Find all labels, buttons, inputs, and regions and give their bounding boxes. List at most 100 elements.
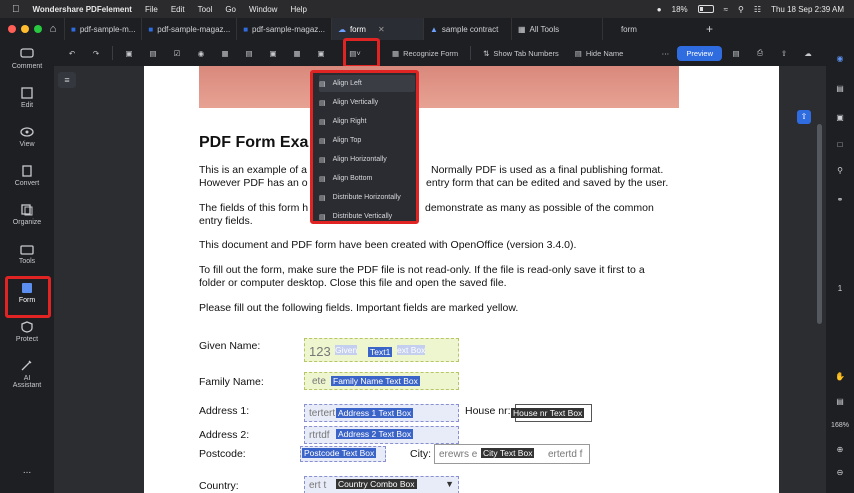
- field-name-tag: House nr Text Box: [511, 408, 585, 418]
- combo-box-icon[interactable]: ▦: [217, 45, 233, 61]
- cloud-sync-icon[interactable]: ☁: [800, 45, 816, 61]
- more-icon[interactable]: ...: [0, 465, 54, 476]
- tab-all-tools[interactable]: ▦ All Tools: [510, 18, 602, 40]
- tab-label: form: [349, 24, 366, 34]
- grid-icon: ▦: [517, 24, 526, 34]
- menu-item-label: Align Right: [332, 118, 367, 125]
- menu-item-align-vertically[interactable]: ▤ Align Vertically: [319, 94, 415, 111]
- undo-icon[interactable]: ↶: [64, 45, 80, 61]
- zoom-window-icon[interactable]: [34, 25, 42, 33]
- menu-item-align-horizontally[interactable]: ▤ Align Horizontally: [319, 151, 415, 168]
- right-sidebar: ◉ ▤ ▣ □ ⚲ ⚭ 1 ✋ ▤ 168% ⊕ ⊖: [826, 40, 854, 493]
- sidebar-item-view[interactable]: View: [0, 126, 54, 148]
- upload-icon[interactable]: ⇧: [797, 110, 811, 124]
- wifi-icon[interactable]: ≈: [724, 5, 728, 14]
- menu-go[interactable]: Go: [225, 5, 236, 14]
- menu-item-distribute-vertically[interactable]: ▤ Distribute Vertically: [319, 208, 415, 225]
- preview-button[interactable]: Preview: [677, 45, 723, 61]
- tab-pdf-sample-3[interactable]: ■ pdf-sample-magaz...: [236, 18, 331, 40]
- close-window-icon[interactable]: [8, 25, 16, 33]
- menu-item-align-left[interactable]: ▤ Align Left: [319, 75, 415, 92]
- list-box-icon[interactable]: ▤: [241, 45, 257, 61]
- menu-item-align-bottom[interactable]: ▤ Align Bottom: [319, 170, 415, 187]
- sidebar-item-ai-assistant[interactable]: AI Assistant: [0, 360, 54, 389]
- zoom-in-icon[interactable]: ⊕: [826, 445, 854, 454]
- record-icon[interactable]: ●: [657, 5, 662, 14]
- properties-toggle-icon[interactable]: ≡: [58, 72, 76, 88]
- layout-icon[interactable]: ▤: [826, 84, 854, 93]
- tab-pdf-sample-1[interactable]: ■ pdf-sample-m...: [64, 18, 141, 40]
- sidebar-item-convert[interactable]: Convert: [0, 165, 54, 187]
- bookmark-icon[interactable]: ▣: [826, 113, 854, 122]
- sidebar-item-comment[interactable]: Comment: [0, 48, 54, 70]
- print-icon[interactable]: ⎙: [752, 45, 768, 61]
- multiline-text-icon[interactable]: ▤: [145, 45, 161, 61]
- menu-item-align-right[interactable]: ▤ Align Right: [319, 113, 415, 130]
- minimize-window-icon[interactable]: [21, 25, 29, 33]
- more-options-icon[interactable]: ⋯: [657, 45, 673, 61]
- menu-window[interactable]: Window: [249, 5, 277, 14]
- menu-item-align-top[interactable]: ▤ Align Top: [319, 132, 415, 149]
- search-panel-icon[interactable]: ⚲: [826, 166, 854, 175]
- share-icon[interactable]: ⇧: [776, 45, 792, 61]
- ai-chat-icon[interactable]: ◉: [826, 54, 854, 63]
- save-icon[interactable]: ▤: [728, 45, 744, 61]
- attachment-icon[interactable]: ⚭: [826, 195, 854, 204]
- menu-item-distribute-horizontally[interactable]: ▤ Distribute Horizontally: [319, 189, 415, 206]
- home-icon[interactable]: ⌂: [42, 23, 64, 35]
- tab-form-active[interactable]: ☁ form ✕: [330, 18, 423, 40]
- left-sidebar: Comment Edit View Convert Organize Tools…: [0, 40, 54, 493]
- sidebar-item-label: Assistant: [12, 382, 42, 389]
- select-tool-icon[interactable]: ▤: [826, 397, 854, 406]
- ai-assistant-icon: [21, 360, 32, 371]
- doc-text: Please fill out the following fields. Im…: [199, 302, 519, 314]
- hide-name-button[interactable]: ▤ Hide Name: [575, 49, 624, 58]
- sidebar-item-protect[interactable]: Protect: [0, 321, 54, 343]
- menu-help[interactable]: Help: [290, 5, 306, 14]
- clock[interactable]: Thu 18 Sep 2:39 AM: [771, 5, 844, 14]
- new-tab-icon[interactable]: +: [706, 22, 713, 36]
- vertical-scrollbar[interactable]: [817, 124, 822, 324]
- image-field-icon[interactable]: ▦: [289, 45, 305, 61]
- comment-list-icon[interactable]: □: [826, 140, 854, 149]
- sidebar-item-label: Tools: [18, 258, 36, 265]
- sidebar-item-edit[interactable]: Edit: [0, 87, 54, 109]
- sidebar-item-organize[interactable]: Organize: [0, 204, 54, 226]
- chevron-down-icon[interactable]: ▼: [445, 479, 454, 489]
- page-number[interactable]: 1: [826, 284, 854, 293]
- tab-pdf-sample-2[interactable]: ■ pdf-sample-magaz...: [141, 18, 236, 40]
- control-center-icon[interactable]: ☷: [754, 5, 761, 14]
- close-tab-icon[interactable]: ✕: [378, 25, 385, 34]
- search-icon[interactable]: ⚲: [738, 5, 744, 14]
- menu-item-label: Align Vertically: [332, 99, 379, 106]
- field-name-tag: Postcode Text Box: [302, 448, 377, 458]
- checkbox-icon[interactable]: ☑: [169, 45, 185, 61]
- doc-text: To fill out the form, make sure the PDF …: [199, 264, 645, 276]
- tab-form-2[interactable]: form: [601, 18, 698, 40]
- zoom-level[interactable]: 168%: [826, 422, 854, 429]
- text-field-icon[interactable]: ▣: [121, 45, 137, 61]
- address2-label: Address 2:: [199, 429, 250, 441]
- app-name[interactable]: Wondershare PDFelement: [33, 5, 132, 14]
- recognize-form-button[interactable]: ▦ Recognize Form: [392, 49, 458, 58]
- zoom-out-icon[interactable]: ⊖: [826, 468, 854, 477]
- apple-icon[interactable]: : [12, 4, 20, 15]
- tab-label: pdf-sample-magaz...: [157, 24, 231, 34]
- doc-text: This document and PDF form have been cre…: [199, 239, 577, 251]
- edit-icon: [21, 87, 33, 99]
- menu-edit[interactable]: Edit: [171, 5, 185, 14]
- menu-item-label: Align Left: [332, 80, 362, 87]
- tab-label: form: [620, 24, 637, 34]
- menu-file[interactable]: File: [145, 5, 158, 14]
- button-icon[interactable]: ▣: [265, 45, 281, 61]
- signature-field-icon[interactable]: ▣: [313, 45, 329, 61]
- battery-icon[interactable]: [697, 5, 714, 13]
- radio-button-icon[interactable]: ◉: [193, 45, 209, 61]
- hand-tool-icon[interactable]: ✋: [826, 372, 854, 381]
- redo-icon[interactable]: ↷: [88, 45, 104, 61]
- show-tab-numbers-label: Show Tab Numbers: [493, 48, 559, 58]
- menu-tool[interactable]: Tool: [198, 5, 213, 14]
- show-tab-numbers-button[interactable]: ⇅ Show Tab Numbers: [483, 49, 559, 58]
- tab-sample-contract[interactable]: ▲ sample contract: [422, 18, 511, 40]
- sidebar-item-tools[interactable]: Tools: [0, 243, 54, 265]
